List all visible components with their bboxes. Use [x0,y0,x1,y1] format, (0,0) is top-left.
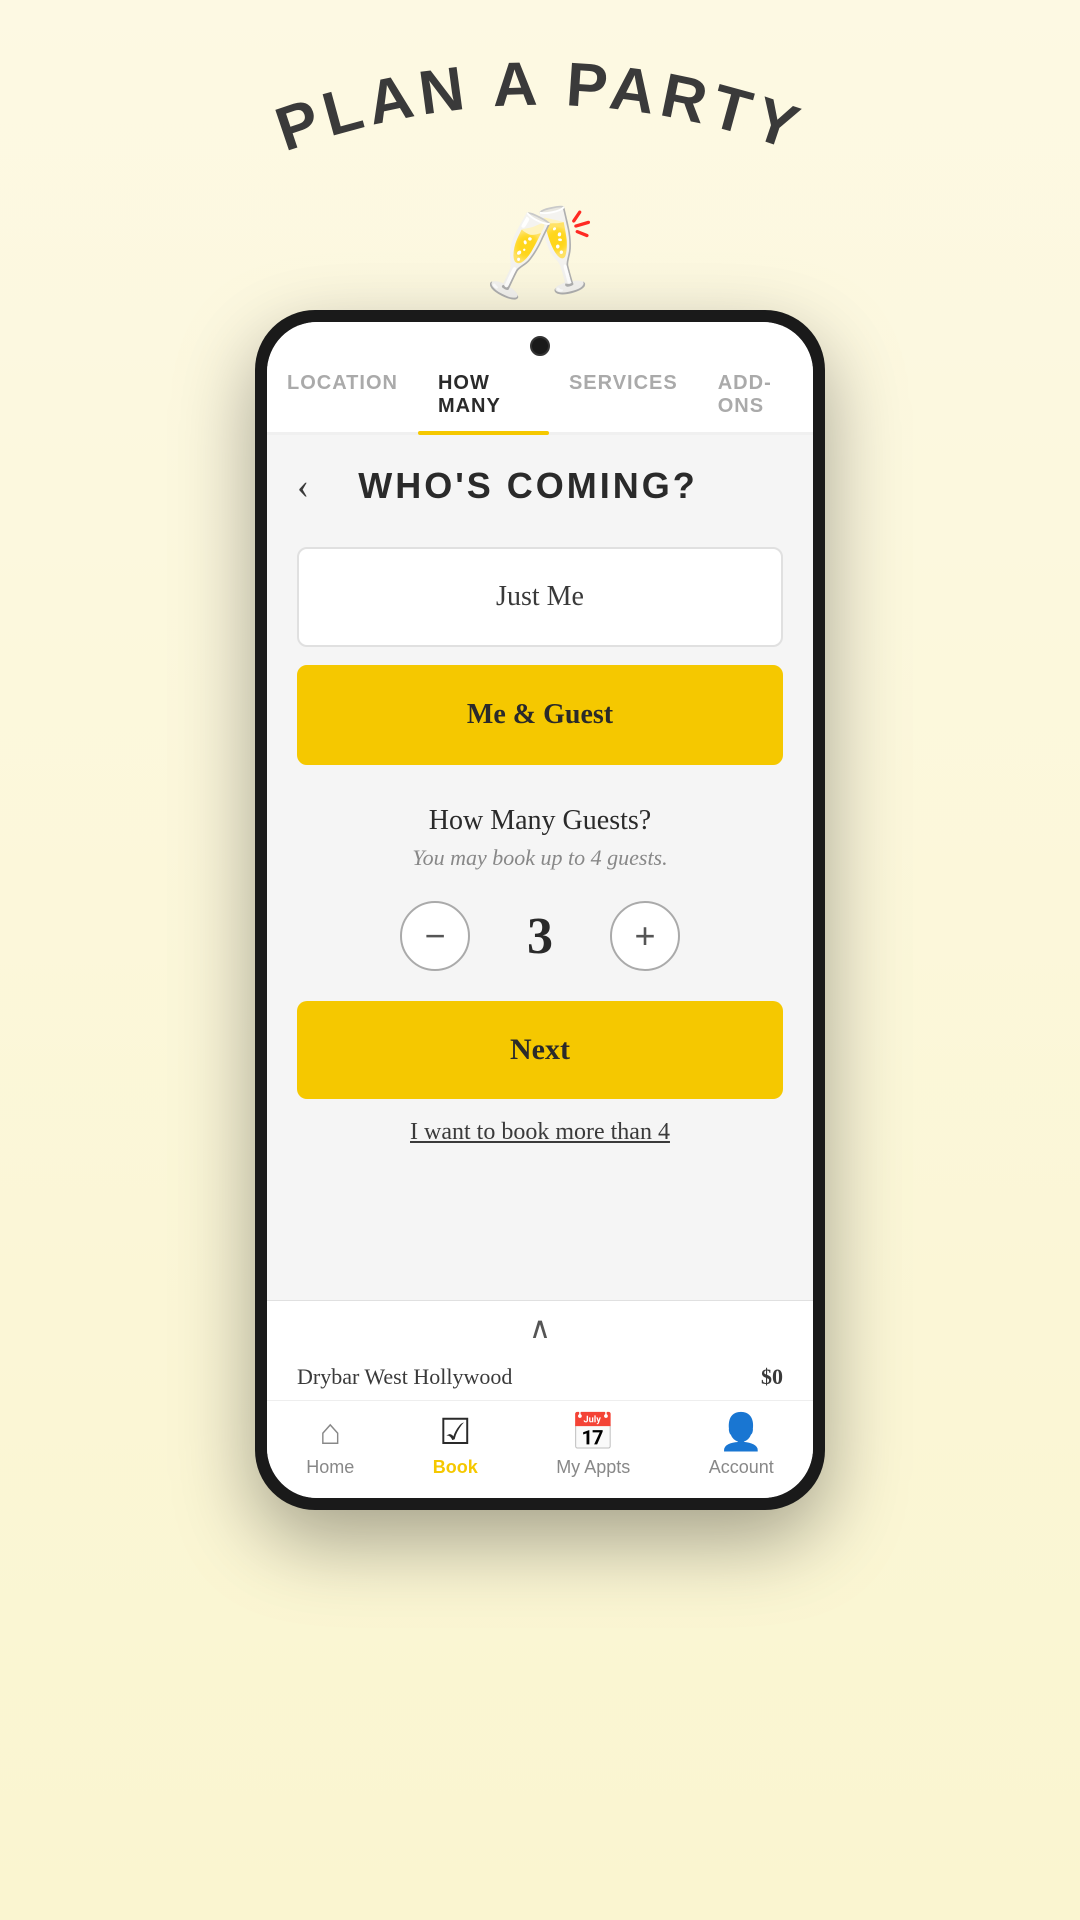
plan-party-title: PLAN A PARTY [268,50,813,165]
progress-tabs: LOCATION HOW MANY SERVICES ADD-ONS [267,364,813,435]
home-label: Home [306,1457,354,1478]
book-label: Book [433,1457,478,1478]
nav-book[interactable]: ☑ Book [433,1411,478,1478]
decrement-button[interactable]: − [400,901,470,971]
me-guest-button[interactable]: Me & Guest [297,665,783,765]
phone-screen: LOCATION HOW MANY SERVICES ADD-ONS ‹ WHO… [267,322,813,1498]
nav-home[interactable]: ⌂ Home [306,1411,354,1478]
my-appts-icon: 📅 [571,1411,616,1453]
page-header: ‹ WHO'S COMING? [297,435,783,527]
my-appts-label: My Appts [556,1457,630,1478]
guests-title: How Many Guests? [297,805,783,837]
bottom-nav: ⌂ Home ☑ Book 📅 My Appts 👤 Account [267,1400,813,1498]
camera-dot [530,336,550,356]
svg-text:PLAN A PARTY: PLAN A PARTY [268,50,813,165]
book-icon: ☑ [439,1411,471,1453]
tab-services[interactable]: SERVICES [549,364,698,426]
camera-notch [267,322,813,364]
page-background: PLAN A PARTY 🥂 LOCATION HOW MANY SERVI [0,0,1080,1920]
counter-row: − 3 + [297,901,783,971]
tab-how-many[interactable]: HOW MANY [418,364,549,426]
content-area: ‹ WHO'S COMING? Just Me Me & Guest How M… [267,435,813,1300]
guest-count: 3 [510,907,570,966]
location-name: Drybar West Hollywood [297,1364,512,1390]
champagne-icon: 🥂 [484,200,596,305]
account-label: Account [709,1457,774,1478]
header-section: PLAN A PARTY 🥂 [0,0,1080,345]
just-me-button[interactable]: Just Me [297,547,783,647]
tab-location[interactable]: LOCATION [267,364,418,426]
nav-account[interactable]: 👤 Account [709,1411,774,1478]
nav-my-appts[interactable]: 📅 My Appts [556,1411,630,1478]
guests-subtitle: You may book up to 4 guests. [297,845,783,871]
options-section: Just Me Me & Guest [297,527,783,785]
account-icon: 👤 [719,1411,764,1453]
more-than-4-link[interactable]: I want to book more than 4 [297,1119,783,1146]
location-bar: Drybar West Hollywood $0 [267,1346,813,1400]
plan-party-arch: PLAN A PARTY [0,60,1080,190]
bottom-bar: ∧ Drybar West Hollywood $0 [267,1300,813,1400]
tab-add-ons[interactable]: ADD-ONS [698,364,813,426]
price-display: $0 [761,1364,783,1390]
back-button[interactable]: ‹ [297,465,309,507]
increment-button[interactable]: + [610,901,680,971]
chevron-up-button[interactable]: ∧ [267,1301,813,1346]
next-button[interactable]: Next [297,1001,783,1099]
phone-frame: LOCATION HOW MANY SERVICES ADD-ONS ‹ WHO… [255,310,825,1510]
guests-section: How Many Guests? You may book up to 4 gu… [297,805,783,971]
page-title: WHO'S COMING? [319,465,737,507]
home-icon: ⌂ [319,1411,341,1453]
